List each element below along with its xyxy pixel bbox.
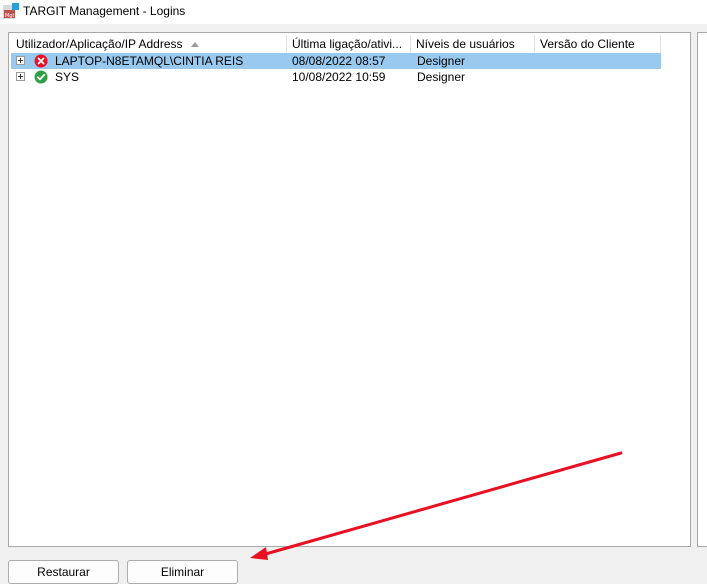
column-header-last-login[interactable]: Última ligação/ativi... (287, 35, 411, 53)
window-title: TARGIT Management - Logins (23, 4, 186, 18)
column-header-label: Última ligação/ativi... (292, 37, 403, 51)
logins-list[interactable]: Utilizador/Aplicação/IP Address Última l… (8, 32, 691, 547)
expand-icon[interactable] (16, 72, 25, 81)
restore-button[interactable]: Restaurar (8, 560, 119, 584)
client-version (541, 53, 659, 69)
last-login: 10/08/2022 10:59 (292, 70, 386, 84)
check-icon (34, 70, 48, 84)
column-header-client-version[interactable]: Versão do Cliente (535, 35, 661, 53)
details-panel (697, 32, 707, 547)
column-header-label: Utilizador/Aplicação/IP Address (16, 37, 183, 51)
sort-ascending-icon (190, 42, 199, 47)
targit-app-icon: Mgt (3, 3, 19, 19)
error-x-icon (34, 54, 48, 68)
user-name: SYS (55, 70, 80, 84)
column-header-user[interactable]: Utilizador/Aplicação/IP Address (11, 35, 287, 53)
list-header: Utilizador/Aplicação/IP Address Última l… (11, 35, 661, 53)
svg-text:Mgt: Mgt (5, 13, 14, 19)
client-version (541, 69, 659, 85)
user-level: Designer (417, 54, 466, 68)
column-header-label: Níveis de usuários (416, 37, 515, 51)
title-bar: Mgt TARGIT Management - Logins (0, 0, 707, 24)
expand-icon[interactable] (16, 56, 25, 65)
table-row[interactable]: LAPTOP-N8ETAMQL\CINTIA REIS 08/08/2022 0… (11, 53, 661, 69)
user-level: Designer (417, 70, 466, 84)
last-login: 08/08/2022 08:57 (292, 54, 386, 68)
table-row[interactable]: SYS 10/08/2022 10:59 Designer (11, 69, 661, 85)
user-name: LAPTOP-N8ETAMQL\CINTIA REIS (55, 54, 244, 68)
column-header-user-level[interactable]: Níveis de usuários (411, 35, 535, 53)
column-header-label: Versão do Cliente (540, 37, 635, 51)
delete-button[interactable]: Eliminar (127, 560, 238, 584)
